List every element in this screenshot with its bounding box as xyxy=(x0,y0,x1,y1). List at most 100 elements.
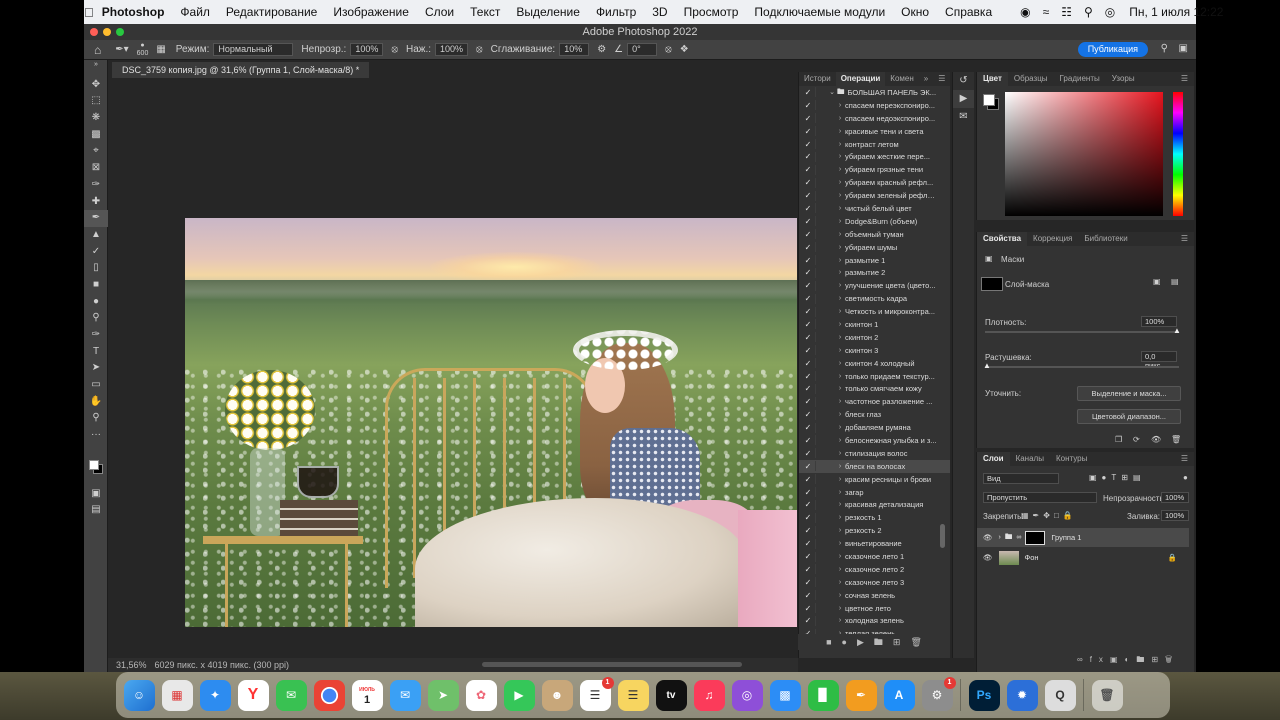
action-row[interactable]: ✓ › убираем жесткие пере... xyxy=(799,150,950,163)
chevron-right-icon[interactable]: › xyxy=(835,257,845,264)
check-icon[interactable]: ✓ xyxy=(801,539,815,548)
chevron-right-icon[interactable]: › xyxy=(835,385,845,392)
apply-mask-icon[interactable]: ⟳ xyxy=(1133,435,1140,444)
pressure-opacity-icon[interactable]: ⦻ xyxy=(391,44,398,55)
layer-fill-field[interactable]: 100% xyxy=(1161,510,1189,521)
chevron-right-icon[interactable]: › xyxy=(835,153,845,160)
action-row[interactable]: ✓ › размытие 2 xyxy=(799,266,950,279)
layers-bottom-icons[interactable]: ∞fx▣◐🖿⊞🗑 xyxy=(1077,654,1179,668)
chevron-right-icon[interactable]: › xyxy=(835,231,845,238)
check-icon[interactable]: ✓ xyxy=(801,616,815,625)
safari-icon[interactable]: ✦ xyxy=(199,679,231,711)
angle-field[interactable]: 0° xyxy=(627,43,658,56)
menu-file[interactable]: Файл xyxy=(172,5,218,19)
chevron-right-icon[interactable]: › xyxy=(835,166,845,173)
dialog-toggle[interactable] xyxy=(815,332,827,343)
action-row[interactable]: ✓ › скинтон 3 xyxy=(799,344,950,357)
brush-preset-picker[interactable]: ● 600 xyxy=(137,42,149,58)
check-icon[interactable]: ✓ xyxy=(801,230,815,239)
action-row[interactable]: ✓ › улучшение цвета (цвето... xyxy=(799,279,950,292)
dialog-toggle[interactable] xyxy=(815,267,827,278)
dialog-toggle[interactable] xyxy=(815,100,827,111)
shape-tool-icon[interactable]: ▭ xyxy=(84,377,108,394)
trash-icon[interactable]: 🗑 xyxy=(910,634,921,650)
color-picker-field[interactable] xyxy=(1005,92,1163,216)
layer-filter-select[interactable]: Вид xyxy=(983,473,1059,484)
system-preferences-icon[interactable]: ⚙ 1 xyxy=(921,676,956,711)
tab-history[interactable]: Истори xyxy=(799,72,836,86)
tab-channels[interactable]: Каналы xyxy=(1010,452,1050,466)
chevron-right-icon[interactable]: › xyxy=(835,592,845,599)
check-icon[interactable]: ✓ xyxy=(801,88,815,97)
actions-panel-icon[interactable]: ▶ xyxy=(953,90,974,108)
check-icon[interactable]: ✓ xyxy=(801,217,815,226)
chevron-right-icon[interactable]: › xyxy=(835,553,845,560)
hand-tool-icon[interactable]: ✋ xyxy=(84,394,108,411)
workspace-icon[interactable]: ▣ xyxy=(1179,43,1188,54)
chevron-right-icon[interactable]: › xyxy=(835,424,845,431)
chevron-right-icon[interactable]: › xyxy=(835,179,845,186)
chevron-right-icon[interactable]: › xyxy=(835,476,845,483)
check-icon[interactable]: ✓ xyxy=(801,178,815,187)
action-row[interactable]: ✓ › сказочное лето 1 xyxy=(799,550,950,563)
tab-gradients[interactable]: Градиенты xyxy=(1054,72,1106,86)
check-icon[interactable]: ✓ xyxy=(801,462,815,471)
chevron-right-icon[interactable]: › xyxy=(835,489,845,496)
action-row[interactable]: ✓ › загар xyxy=(799,486,950,499)
chevron-right-icon[interactable]: › xyxy=(835,501,845,508)
action-row[interactable]: ✓ › добавляем румяна xyxy=(799,421,950,434)
tab-properties[interactable]: Свойства xyxy=(977,232,1028,246)
check-icon[interactable]: ✓ xyxy=(801,359,815,368)
marquee-tool-icon[interactable]: ⬚ xyxy=(84,93,108,110)
brush-settings-icon[interactable]: ▦ xyxy=(156,44,165,55)
healing-tool-icon[interactable]: ✚ xyxy=(84,194,108,211)
check-icon[interactable]: ✓ xyxy=(801,114,815,123)
crop-tool-icon[interactable]: ⌖ xyxy=(84,143,108,160)
dialog-toggle[interactable] xyxy=(815,242,827,253)
chevron-right-icon[interactable]: › xyxy=(835,308,845,315)
check-icon[interactable]: ✓ xyxy=(801,552,815,561)
apple-icon[interactable]:  xyxy=(84,5,94,20)
feather-slider[interactable] xyxy=(985,366,1179,368)
dialog-toggle[interactable] xyxy=(815,151,827,162)
dialog-toggle[interactable] xyxy=(815,345,827,356)
check-icon[interactable]: ✓ xyxy=(801,604,815,613)
dialog-toggle[interactable] xyxy=(815,603,827,614)
chevron-right-icon[interactable]: › xyxy=(835,437,845,444)
launchpad-icon[interactable]: ▦ xyxy=(161,679,193,711)
dialog-toggle[interactable] xyxy=(815,435,827,446)
chevron-right-icon[interactable]: › xyxy=(835,347,845,354)
pen-tool-icon[interactable]: ✑ xyxy=(84,327,108,344)
chevron-right-icon[interactable]: › xyxy=(835,115,845,122)
chevron-right-icon[interactable]: › xyxy=(835,295,845,302)
camera-raw-icon[interactable]: ✹ xyxy=(1006,679,1038,711)
dialog-toggle[interactable] xyxy=(815,383,827,394)
check-icon[interactable]: ✓ xyxy=(801,397,815,406)
dialog-toggle[interactable] xyxy=(815,371,827,382)
layer-row-background[interactable]: 👁 Фон 🔒 xyxy=(977,548,1189,567)
menu-help[interactable]: Справка xyxy=(937,5,1000,19)
action-row[interactable]: ✓ › спасаем переэкспониро... xyxy=(799,99,950,112)
check-icon[interactable]: ✓ xyxy=(801,127,815,136)
action-row[interactable]: ✓ › скинтон 4 холодный xyxy=(799,357,950,370)
check-icon[interactable]: ✓ xyxy=(801,384,815,393)
feather-field[interactable]: 0,0 пикс. xyxy=(1141,351,1177,370)
reminders-icon[interactable]: ☰ 1 xyxy=(579,676,614,711)
chevron-right-icon[interactable]: › xyxy=(835,334,845,341)
action-row[interactable]: ✓ › объемный туман xyxy=(799,228,950,241)
check-icon[interactable]: ✓ xyxy=(801,191,815,200)
check-icon[interactable]: ✓ xyxy=(801,436,815,445)
check-icon[interactable]: ✓ xyxy=(801,204,815,213)
dialog-toggle[interactable] xyxy=(815,564,827,575)
dialog-toggle[interactable] xyxy=(815,190,827,201)
photos-icon[interactable]: ✿ xyxy=(465,679,497,711)
action-row[interactable]: ✓ › спасаем недоэкспониро... xyxy=(799,112,950,125)
menu-app-name[interactable]: Photoshop xyxy=(94,5,173,19)
music-icon[interactable]: ♫ xyxy=(693,679,725,711)
calendar-icon[interactable]: ИЮЛЬ 1 xyxy=(351,679,383,711)
lock-icons[interactable]: ▦✒✥□🔒 xyxy=(1021,511,1077,520)
dialog-toggle[interactable] xyxy=(815,422,827,433)
action-row[interactable]: ✓ › только придаем текстур... xyxy=(799,370,950,383)
blur-tool-icon[interactable]: ● xyxy=(84,294,108,311)
actions-scrollbar[interactable] xyxy=(940,524,945,548)
